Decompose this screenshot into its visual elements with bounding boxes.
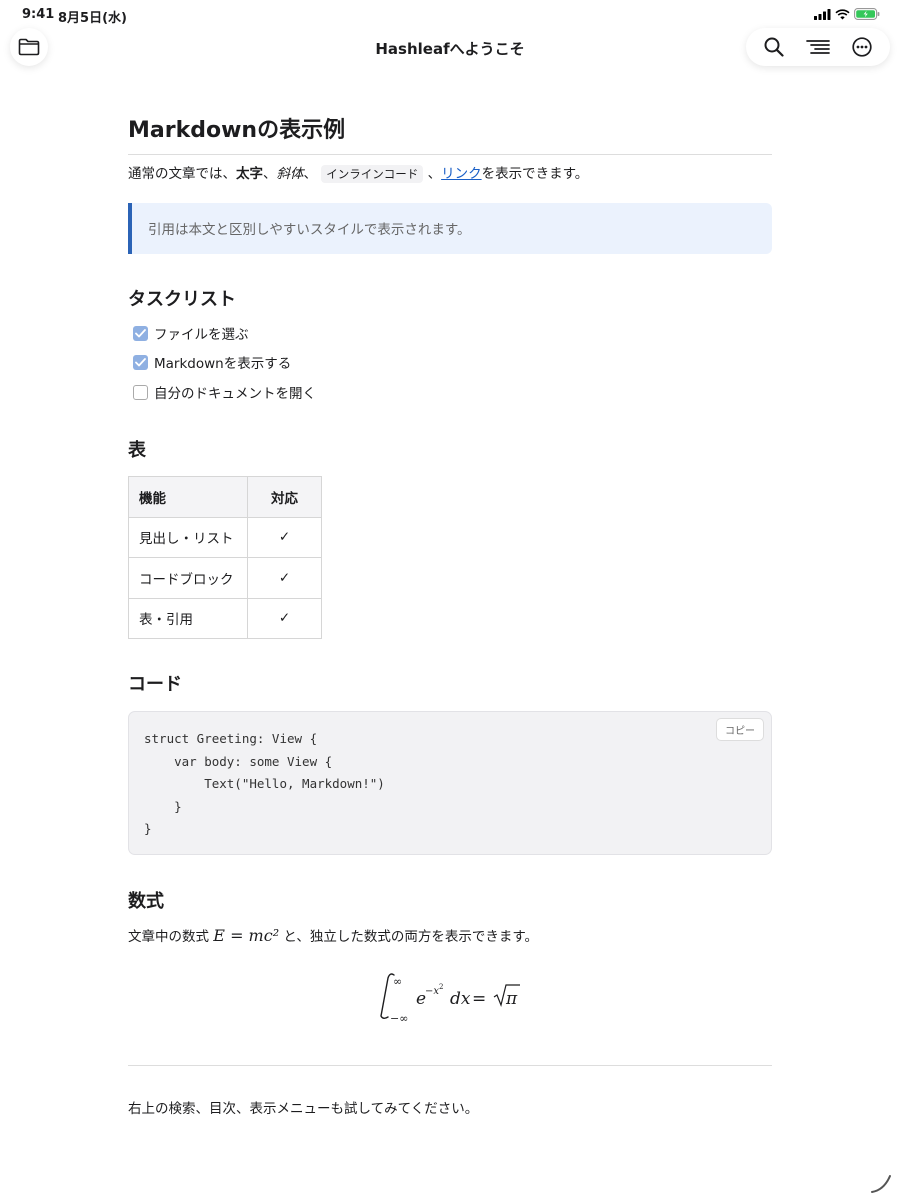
horizontal-rule [128, 1065, 772, 1066]
svg-text:−x: −x [425, 986, 439, 997]
bold-text: 太字 [236, 166, 263, 182]
inline-math: E = mc² [213, 926, 280, 945]
tasklist-heading: タスクリスト [128, 289, 236, 310]
status-bar: 9:41 8月5日(水) [0, 0, 900, 28]
cellular-signal-icon [814, 8, 831, 20]
checkmark-icon [135, 328, 146, 337]
task-label: 自分のドキュメントを開く [154, 386, 316, 402]
more-button[interactable] [846, 31, 878, 63]
math-paragraph: 文章中の数式 E = mc² と、独立した数式の両方を表示できます。 [128, 925, 772, 948]
status-date: 8月5日(水) [58, 11, 127, 26]
gaussian-integral-formula: ∞ −∞ e −x 2 dx = π [380, 973, 520, 1025]
code-text: struct Greeting: View { var body: some V… [144, 731, 385, 836]
math-heading: 数式 [128, 891, 164, 912]
intro-text-4: 、 [427, 166, 442, 182]
doc-heading-1: Markdownの表示例 [128, 112, 772, 155]
table-cell: ✓ [247, 516, 322, 558]
scroll-indicator [871, 1175, 891, 1193]
math-text-2: と、独立した数式の両方を表示できます。 [279, 929, 539, 945]
code-block: コピー struct Greeting: View { var body: so… [128, 711, 772, 855]
intro-text-3: 、 [303, 166, 318, 182]
task-label: Markdownを表示する [154, 356, 292, 372]
intro-paragraph: 通常の文章では、太字、斜体、 インラインコード 、リンクを表示できます。 [128, 163, 772, 185]
wifi-icon [835, 8, 850, 19]
blockquote: 引用は本文と区別しやすいスタイルで表示されます。 [128, 203, 772, 254]
table-row: 表・引用 ✓ [128, 597, 322, 639]
checkbox-checked[interactable] [133, 354, 148, 370]
checkbox-checked[interactable] [133, 325, 148, 341]
more-icon [852, 37, 872, 57]
table-cell: ✓ [247, 557, 322, 599]
inline-code: インラインコード [321, 165, 424, 183]
task-item[interactable]: Markdownを表示する [133, 352, 291, 372]
table-row: 見出し・リスト ✓ [128, 516, 322, 558]
table-cell: 表・引用 [128, 597, 248, 639]
link-text[interactable]: リンク [441, 166, 482, 182]
svg-text:π: π [505, 989, 518, 1009]
checkbox-unchecked[interactable] [133, 384, 148, 400]
svg-text:−∞: −∞ [390, 1012, 408, 1025]
search-icon [764, 37, 784, 57]
table-cell: コードブロック [128, 557, 248, 599]
feature-table: 機能 対応 見出し・リスト ✓ コードブロック ✓ 表・引用 ✓ [128, 476, 322, 639]
status-icons [814, 8, 880, 20]
outline-icon [806, 40, 830, 54]
task-label: ファイルを選ぶ [154, 327, 249, 343]
task-item[interactable]: 自分のドキュメントを開く [133, 382, 316, 402]
nav-actions [746, 28, 890, 66]
math-text-1: 文章中の数式 [128, 929, 214, 945]
svg-text:dx: dx [450, 989, 471, 1009]
copy-button[interactable]: コピー [716, 718, 764, 741]
italic-text: 斜体 [276, 166, 304, 182]
footer-paragraph: 右上の検索、目次、表示メニューも試してみてください。 [128, 1101, 479, 1117]
task-item[interactable]: ファイルを選ぶ [133, 323, 249, 343]
svg-text:=: = [472, 989, 486, 1009]
svg-text:∞: ∞ [393, 975, 402, 988]
battery-icon [854, 8, 880, 20]
outline-button[interactable] [802, 31, 834, 63]
search-button[interactable] [758, 31, 790, 63]
table-row: コードブロック ✓ [128, 557, 322, 599]
intro-text-1: 通常の文章では、 [128, 166, 236, 182]
intro-text-2: 、 [263, 166, 277, 182]
table-cell: ✓ [247, 597, 322, 639]
display-math: ∞ −∞ e −x 2 dx = π [128, 970, 772, 1026]
checkmark-icon [135, 357, 146, 366]
table-header-row: 機能 対応 [128, 476, 322, 518]
table-cell: 見出し・リスト [128, 516, 248, 558]
table-heading: 表 [128, 440, 146, 461]
svg-text:2: 2 [439, 983, 443, 991]
table-header-cell: 機能 [128, 476, 248, 518]
code-heading: コード [128, 674, 182, 695]
table-header-cell: 対応 [247, 476, 322, 518]
status-time: 9:41 [22, 7, 55, 22]
intro-text-5: を表示できます。 [481, 166, 589, 182]
